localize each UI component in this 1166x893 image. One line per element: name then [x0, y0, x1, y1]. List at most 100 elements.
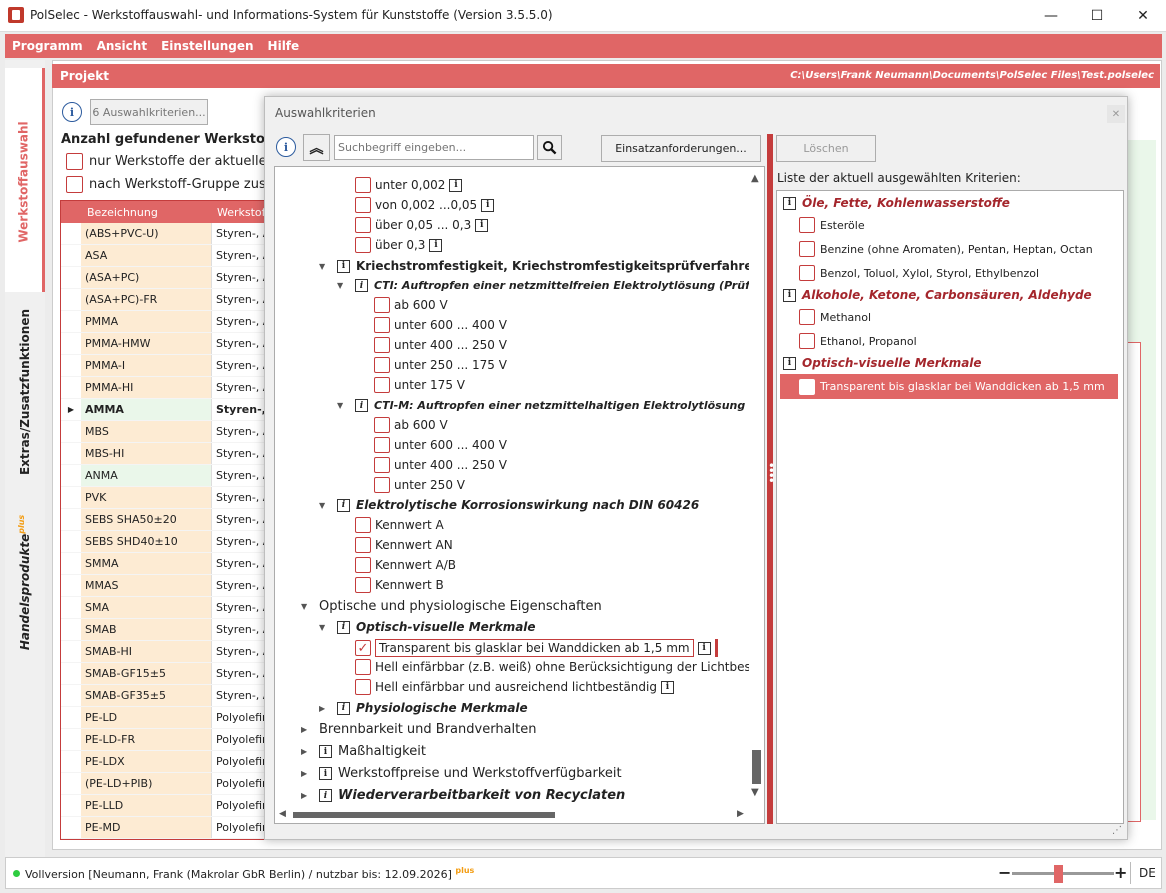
zoom-in-button[interactable]: +	[1114, 863, 1127, 882]
checkbox[interactable]	[355, 237, 371, 253]
tree-item[interactable]: unter 175 V	[374, 377, 465, 393]
menu-programm[interactable]: Programm	[5, 39, 90, 53]
table-row[interactable]: PVK Styren-, A	[61, 487, 274, 509]
tree-item[interactable]: unter 600 ... 400 V	[374, 437, 507, 453]
resize-grip-icon[interactable]: ⋰	[1112, 825, 1122, 836]
info-icon[interactable]: i	[337, 620, 350, 634]
checkbox[interactable]	[355, 217, 371, 233]
checkbox[interactable]	[374, 417, 390, 433]
selected-item[interactable]: Esteröle	[799, 217, 865, 233]
checkbox[interactable]	[355, 659, 371, 675]
zoom-slider[interactable]	[1012, 865, 1114, 883]
info-icon[interactable]: i	[337, 498, 350, 512]
checkbox[interactable]	[355, 517, 371, 533]
panel-splitter[interactable]: • • • •	[767, 134, 775, 824]
zoom-slider-thumb[interactable]	[1053, 865, 1063, 883]
scroll-right-icon[interactable]: ▶	[737, 809, 744, 819]
table-row[interactable]: SMAB Styren-, A	[61, 619, 274, 641]
table-row[interactable]: PMMA-HI Styren-, A	[61, 377, 274, 399]
table-row[interactable]: PMMA-HMW Styren-, A	[61, 333, 274, 355]
checkbox[interactable]: ✓	[355, 640, 371, 656]
tree-item[interactable]: unter 400 ... 250 V	[374, 337, 507, 353]
table-row[interactable]: PMMA Styren-, A	[61, 311, 274, 333]
maximize-button[interactable]: ☐	[1074, 0, 1120, 32]
checkbox[interactable]	[374, 317, 390, 333]
tree-item[interactable]: Kennwert AN	[355, 537, 453, 553]
checkbox[interactable]	[374, 457, 390, 473]
checkbox[interactable]	[799, 217, 815, 233]
tree-item[interactable]: unter 400 ... 250 V	[374, 457, 507, 473]
table-row[interactable]: PE-LDX Polyolefin	[61, 751, 274, 773]
table-row[interactable]: MBS Styren-, A	[61, 421, 274, 443]
checkbox[interactable]	[374, 377, 390, 393]
chevron-down-icon[interactable]: ▼	[319, 623, 333, 632]
checkbox[interactable]	[355, 557, 371, 573]
selected-item[interactable]: Methanol	[799, 309, 871, 325]
tree-item[interactable]: unter 250 V	[374, 477, 465, 493]
scroll-down-icon[interactable]: ▼	[751, 787, 759, 798]
tree-node-brenn[interactable]: ▶ Brennbarkeit und Brandverhalten	[301, 722, 536, 737]
tree-node-wieder[interactable]: ▶ i Wiederverarbeitbarkeit von Recyclaten	[301, 788, 625, 803]
splitter-grip-icon[interactable]: • • • •	[768, 460, 775, 487]
chevron-right-icon[interactable]: ▶	[301, 791, 315, 800]
tree-item[interactable]: ab 600 V	[374, 417, 448, 433]
tree-item[interactable]: über 0,3 i	[355, 237, 443, 253]
checkbox[interactable]	[799, 333, 815, 349]
language-selector[interactable]: DE	[1139, 866, 1156, 880]
chevron-right-icon[interactable]: ▶	[301, 769, 315, 778]
selected-item[interactable]: Benzol, Toluol, Xylol, Styrol, Ethylbenz…	[799, 265, 1039, 281]
table-row[interactable]: PE-LD Polyolefin	[61, 707, 274, 729]
scroll-left-icon[interactable]: ◀	[279, 809, 286, 819]
info-icon[interactable]: i	[481, 198, 495, 212]
info-icon[interactable]: i	[319, 789, 332, 802]
checkbox[interactable]	[355, 679, 371, 695]
tab-extras[interactable]: Extras/Zusatzfunktionen	[5, 292, 45, 492]
table-row[interactable]: SMA Styren-, A	[61, 597, 274, 619]
scroll-up-icon[interactable]: ▲	[751, 173, 759, 184]
chevron-down-icon[interactable]: ▼	[319, 501, 333, 510]
info-icon[interactable]: i	[449, 178, 463, 192]
table-row[interactable]: PMMA-I Styren-, A	[61, 355, 274, 377]
tree-item[interactable]: unter 250 ... 175 V	[374, 357, 507, 373]
zoom-out-button[interactable]: −	[998, 863, 1011, 882]
checkbox[interactable]	[374, 297, 390, 313]
criteria-button[interactable]: 6 Auswahlkriterien...	[90, 99, 208, 125]
table-row[interactable]: PE-MD Polyolefin	[61, 817, 274, 839]
tree-node-preise[interactable]: ▶ i Werkstoffpreise und Werkstoffverfügbar…	[301, 766, 622, 781]
tree-item[interactable]: über 0,05 ... 0,3 i	[355, 217, 489, 233]
tab-handelsprodukte[interactable]: Handelsprodukteplus	[5, 512, 45, 652]
table-row[interactable]: SMAB-GF15±5 Styren-, A	[61, 663, 274, 685]
chevron-down-icon[interactable]: ▼	[337, 281, 351, 290]
checkbox[interactable]	[799, 241, 815, 257]
info-icon[interactable]: i	[319, 767, 332, 780]
tree-item[interactable]: Hell einfärbbar (z.B. weiß) ohne Berücks…	[355, 659, 764, 675]
chevron-down-icon[interactable]: ▼	[301, 602, 315, 611]
scroll-thumb[interactable]	[752, 750, 761, 784]
tree-node-optisch-main[interactable]: ▼ Optische und physiologische Eigenschaft…	[301, 599, 602, 614]
table-row[interactable]: (ASA+PC)-FR Styren-, A	[61, 289, 274, 311]
info-icon[interactable]: i	[783, 196, 796, 210]
tree-node-ctim[interactable]: ▼ i CTI-M: Auftropfen einer netzmittelhalt…	[337, 399, 764, 412]
info-icon[interactable]: i	[337, 701, 350, 715]
tree-item[interactable]: Kennwert A/B	[355, 557, 456, 573]
option-current[interactable]: nur Werkstoffe der aktuellen	[66, 153, 275, 170]
tree-node-elektro[interactable]: ▼ i Elektrolytische Korrosionswirkung nach…	[319, 498, 699, 512]
checkbox[interactable]	[799, 309, 815, 325]
minimize-button[interactable]: —	[1028, 0, 1074, 32]
col-bezeichnung[interactable]: Bezeichnung	[83, 206, 213, 219]
tree-node-kriech[interactable]: ▼ i Kriechstromfestigkeit, Kriechstromfest…	[319, 259, 761, 273]
chevron-right-icon[interactable]: ▶	[301, 725, 315, 734]
table-row[interactable]: MMAS Styren-, A	[61, 575, 274, 597]
checkbox[interactable]	[799, 378, 815, 395]
dialog-close-button[interactable]: ✕	[1107, 105, 1125, 123]
search-button[interactable]	[537, 135, 562, 160]
checkbox[interactable]	[374, 357, 390, 373]
tree-vscrollbar[interactable]: ▲ ▼	[749, 167, 764, 807]
selected-item[interactable]: Benzine (ohne Aromaten), Pentan, Heptan,…	[799, 241, 1093, 257]
tree-item[interactable]: unter 0,002 i	[355, 177, 463, 193]
tree-item[interactable]: ab 600 V	[374, 297, 448, 313]
info-icon[interactable]: i	[355, 279, 368, 292]
table-row[interactable]: SMAB-HI Styren-, A	[61, 641, 274, 663]
info-icon[interactable]: i	[783, 356, 796, 370]
tree-hscrollbar[interactable]: ◀ ▶	[275, 807, 764, 823]
